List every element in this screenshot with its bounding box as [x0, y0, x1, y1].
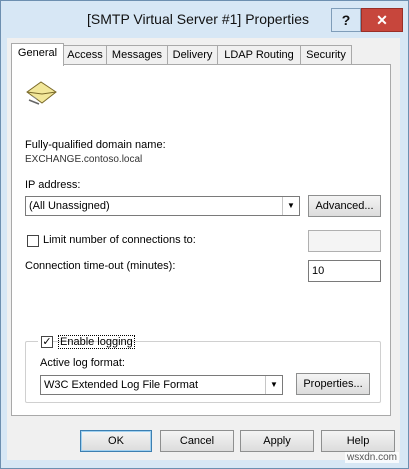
log-properties-button[interactable]: Properties...	[296, 373, 370, 395]
enable-logging-label[interactable]: Enable logging	[58, 335, 135, 349]
enable-logging-row: ✓ Enable logging	[38, 335, 135, 349]
limit-connections-checkbox[interactable]	[27, 235, 39, 247]
title-bar[interactable]: [SMTP Virtual Server #1] Properties ? ✕	[1, 1, 408, 39]
tab-delivery[interactable]: Delivery	[167, 45, 218, 65]
ip-address-value: (All Unassigned)	[29, 200, 110, 212]
log-format-label: Active log format:	[40, 357, 125, 369]
timeout-label: Connection time-out (minutes):	[25, 260, 176, 272]
log-format-dropdown[interactable]: W3C Extended Log File Format ▼	[40, 375, 283, 395]
tab-ldap-routing[interactable]: LDAP Routing	[217, 45, 301, 65]
enable-logging-checkbox[interactable]: ✓	[41, 336, 53, 348]
help-button[interactable]: Help	[321, 430, 395, 452]
tab-security[interactable]: Security	[300, 45, 352, 65]
close-button[interactable]: ✕	[361, 8, 403, 32]
ip-address-dropdown[interactable]: (All Unassigned) ▼	[25, 196, 300, 216]
fqdn-value: EXCHANGE.contoso.local	[25, 154, 143, 165]
ok-button[interactable]: OK	[80, 430, 152, 452]
general-tab-panel: Fully-qualified domain name: EXCHANGE.co…	[11, 64, 391, 416]
advanced-button[interactable]: Advanced...	[308, 195, 381, 217]
chevron-down-icon[interactable]: ▼	[265, 376, 282, 394]
tab-messages[interactable]: Messages	[106, 45, 168, 65]
timeout-value: 10	[312, 265, 325, 277]
tab-general[interactable]: General	[11, 43, 64, 66]
timeout-field[interactable]: 10	[308, 260, 381, 282]
envelope-icon	[26, 81, 57, 105]
watermark-text: wsxdn.com	[345, 452, 400, 463]
tab-access[interactable]: Access	[63, 45, 107, 65]
cancel-button[interactable]: Cancel	[160, 430, 234, 452]
window-title: [SMTP Virtual Server #1] Properties	[87, 11, 310, 27]
apply-button[interactable]: Apply	[240, 430, 314, 452]
connection-limit-field[interactable]	[308, 230, 381, 252]
ip-address-label: IP address:	[25, 179, 81, 191]
help-title-button[interactable]: ?	[331, 8, 361, 32]
limit-connections-label[interactable]: Limit number of connections to:	[43, 234, 196, 246]
fqdn-label: Fully-qualified domain name:	[25, 139, 166, 151]
log-format-value: W3C Extended Log File Format	[44, 379, 199, 391]
chevron-down-icon[interactable]: ▼	[282, 197, 299, 215]
